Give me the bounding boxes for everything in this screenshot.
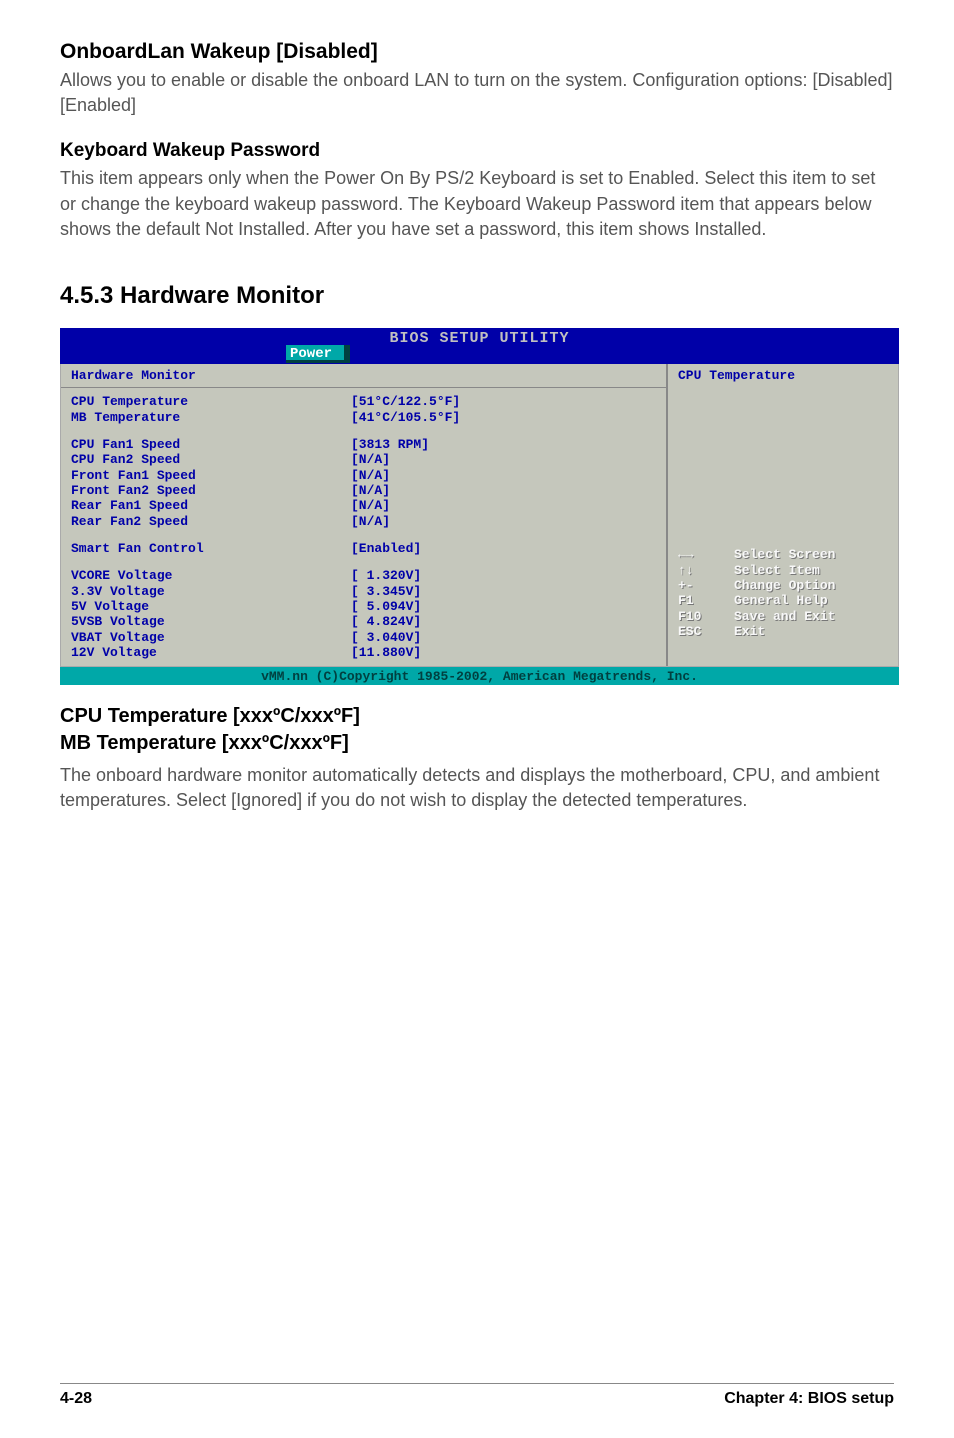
body-keyboard-wakeup: This item appears only when the Power On… xyxy=(60,166,894,242)
value: [N/A] xyxy=(351,483,390,498)
value: [ 3.345V] xyxy=(351,584,421,599)
bios-panel-title: Hardware Monitor xyxy=(71,368,656,383)
value: [N/A] xyxy=(351,452,390,467)
value: [N/A] xyxy=(351,514,390,529)
value: [ 1.320V] xyxy=(351,568,421,583)
legend-select-item: ↑↓Select Item xyxy=(678,563,890,578)
value: [ 3.040V] xyxy=(351,630,421,645)
row-cpu-temp[interactable]: CPU Temperature[51°C/122.5°F] xyxy=(71,394,656,409)
label: CPU Fan1 Speed xyxy=(71,437,351,452)
label-mb-temp: MB Temperature xyxy=(71,410,351,425)
label: Front Fan2 Speed xyxy=(71,483,351,498)
value: [N/A] xyxy=(351,468,390,483)
value: [Enabled] xyxy=(351,541,421,556)
legend-exit: ESCExit xyxy=(678,624,890,639)
legend-select-screen: ←→Select Screen xyxy=(678,547,890,562)
label: 3.3V Voltage xyxy=(71,584,351,599)
label: VCORE Voltage xyxy=(71,568,351,583)
value: [11.880V] xyxy=(351,645,421,660)
bios-help-text: CPU Temperature xyxy=(678,368,890,383)
bios-screenshot: BIOS SETUP UTILITY Power Hardware Monito… xyxy=(60,328,899,685)
value: [3813 RPM] xyxy=(351,437,429,452)
bios-title: BIOS SETUP UTILITY xyxy=(60,330,899,347)
row-rear-fan1[interactable]: Rear Fan1 Speed[N/A] xyxy=(71,498,656,513)
row-5vsb[interactable]: 5VSB Voltage[ 4.824V] xyxy=(71,614,656,629)
row-5v[interactable]: 5V Voltage[ 5.094V] xyxy=(71,599,656,614)
heading-onboardlan: OnboardLan Wakeup [Disabled] xyxy=(60,40,894,64)
divider xyxy=(61,387,666,388)
label: VBAT Voltage xyxy=(71,630,351,645)
label: 5V Voltage xyxy=(71,599,351,614)
legend-general-help: F1General Help xyxy=(678,593,890,608)
value-cpu-temp: [51°C/122.5°F] xyxy=(351,394,460,409)
label: 12V Voltage xyxy=(71,645,351,660)
row-mb-temp[interactable]: MB Temperature[41°C/105.5°F] xyxy=(71,410,656,425)
section-heading-453: 4.5.3 Hardware Monitor xyxy=(60,282,894,310)
label: CPU Fan2 Speed xyxy=(71,452,351,467)
value: [N/A] xyxy=(351,498,390,513)
label-cpu-temp: CPU Temperature xyxy=(71,394,351,409)
value-mb-temp: [41°C/105.5°F] xyxy=(351,410,460,425)
label: Rear Fan2 Speed xyxy=(71,514,351,529)
label: Smart Fan Control xyxy=(71,541,351,556)
row-vbat[interactable]: VBAT Voltage[ 3.040V] xyxy=(71,630,656,645)
page-footer: 4-28 Chapter 4: BIOS setup xyxy=(60,1383,894,1408)
heading-mb-temp: MB Temperature [xxxºC/xxxºF] xyxy=(60,730,894,757)
row-front-fan1[interactable]: Front Fan1 Speed[N/A] xyxy=(71,468,656,483)
label: Front Fan1 Speed xyxy=(71,468,351,483)
heading-cpu-temp: CPU Temperature [xxxºC/xxxºF] xyxy=(60,703,894,730)
legend-save-exit: F10Save and Exit xyxy=(678,609,890,624)
row-rear-fan2[interactable]: Rear Fan2 Speed[N/A] xyxy=(71,514,656,529)
heading-keyboard-wakeup: Keyboard Wakeup Password xyxy=(60,140,894,162)
row-cpu-fan2[interactable]: CPU Fan2 Speed[N/A] xyxy=(71,452,656,467)
value: [ 4.824V] xyxy=(351,614,421,629)
body-onboardlan: Allows you to enable or disable the onbo… xyxy=(60,68,894,118)
body-temperature: The onboard hardware monitor automatical… xyxy=(60,763,894,813)
row-vcore[interactable]: VCORE Voltage[ 1.320V] xyxy=(71,568,656,583)
value: [ 5.094V] xyxy=(351,599,421,614)
label: 5VSB Voltage xyxy=(71,614,351,629)
row-12v[interactable]: 12V Voltage[11.880V] xyxy=(71,645,656,660)
row-33v[interactable]: 3.3V Voltage[ 3.345V] xyxy=(71,584,656,599)
bios-tab-power[interactable]: Power xyxy=(286,345,350,363)
legend-change-option: +-Change Option xyxy=(678,578,890,593)
row-cpu-fan1[interactable]: CPU Fan1 Speed[3813 RPM] xyxy=(71,437,656,452)
row-front-fan2[interactable]: Front Fan2 Speed[N/A] xyxy=(71,483,656,498)
chapter-title: Chapter 4: BIOS setup xyxy=(724,1390,894,1408)
row-smart-fan[interactable]: Smart Fan Control[Enabled] xyxy=(71,541,656,556)
page-number: 4-28 xyxy=(60,1390,92,1408)
label: Rear Fan1 Speed xyxy=(71,498,351,513)
bios-footer-copyright: vMM.nn (C)Copyright 1985-2002, American … xyxy=(60,667,899,685)
